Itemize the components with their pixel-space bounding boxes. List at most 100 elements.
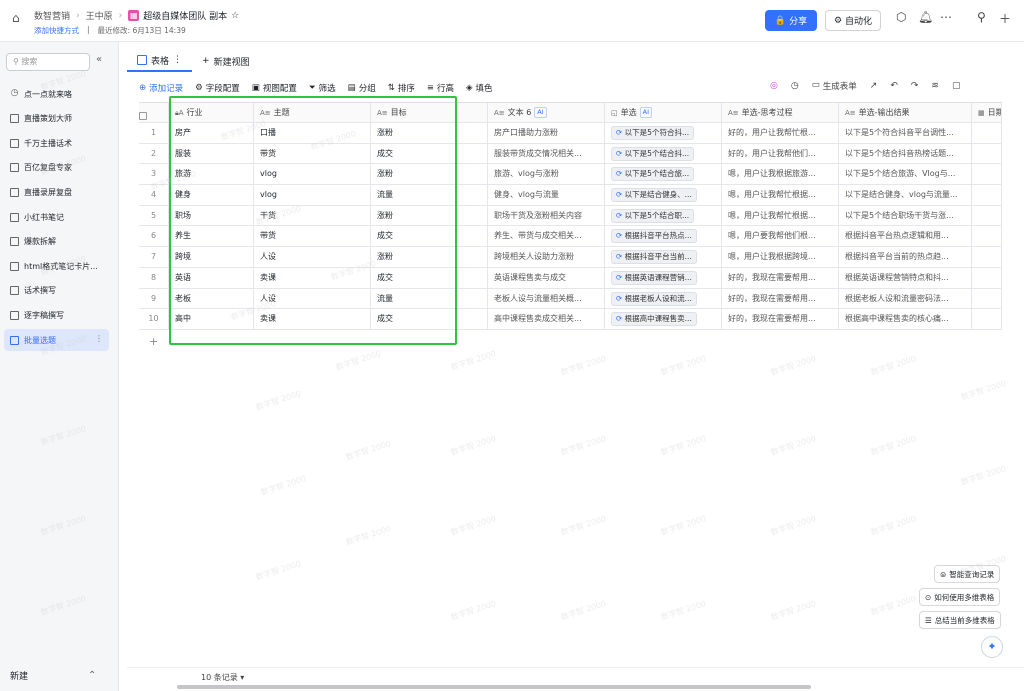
table-cell[interactable]: 涨粉 (371, 123, 488, 143)
single-select-cell[interactable]: ⟳ 以下是5个结合职... (605, 205, 722, 226)
column-header[interactable]: A≡ 单选-输出结果 (839, 103, 972, 122)
automation-button[interactable]: ⚙ 自动化 (825, 10, 881, 31)
fill-color-button[interactable]: ◈ 填色 (466, 82, 493, 94)
date-cell[interactable] (972, 226, 1002, 247)
table-cell[interactable]: 好的，我现在需要帮用... (722, 288, 839, 309)
table-cell[interactable]: 好的，我现在需要帮用... (722, 309, 839, 329)
breadcrumb-doc[interactable]: ▦ 超级自媒体团队 副本 ☆ (128, 9, 239, 22)
table-cell[interactable]: 旅游、vlog与涨粉 (488, 164, 605, 185)
table-row[interactable]: 6 养生 带货 成交 养生、带货与成交相关... ⟳ 根据抖音平台热点... 嗯，用户要我帮… (139, 226, 1002, 248)
add-icon[interactable]: ＋ (999, 10, 1011, 27)
select-all-checkbox[interactable] (139, 103, 169, 122)
bell-icon[interactable]: 🔔︎ (918, 10, 933, 24)
table-cell[interactable]: 服装 (169, 143, 254, 164)
sidebar-item[interactable]: 爆款拆解 (4, 231, 109, 253)
single-select-cell[interactable]: ⟳ 以下是5个结合抖... (605, 143, 722, 164)
table-cell[interactable]: 成交 (371, 309, 488, 329)
table-cell[interactable]: 流量 (371, 288, 488, 309)
table-cell[interactable]: 英语 (169, 267, 254, 288)
table-cell[interactable]: vlog (254, 185, 371, 205)
row-height-button[interactable]: ≡ 行高 (427, 82, 454, 94)
table-row[interactable]: 7 跨境 人设 涨粉 跨境相关人设助力涨粉 ⟳ 根据抖音平台当前... 嗯，用户让我根据跨境… (139, 247, 1002, 268)
table-cell[interactable]: 成交 (371, 143, 488, 164)
table-cell[interactable]: 英语课程售卖与成交 (488, 267, 605, 288)
breadcrumb-owner[interactable]: 王中原 (86, 9, 113, 22)
puzzle-icon[interactable]: ⬡ (896, 10, 906, 24)
table-cell[interactable]: 嗯，用户让我帮忙根据... (722, 205, 839, 226)
sidebar-item[interactable]: 直播策划大师 (4, 108, 109, 130)
single-select-cell[interactable]: ⟳ 以下是5个结合旅... (605, 164, 722, 185)
column-header[interactable]: A≡ 文本 6 AI (488, 103, 605, 122)
column-header[interactable]: A≡ 目标 (371, 103, 488, 122)
date-cell[interactable] (972, 267, 1002, 288)
group-button[interactable]: ▤ 分组 (348, 82, 376, 94)
breadcrumb-workspace[interactable]: 数智营销 (34, 9, 70, 22)
table-cell[interactable]: 根据抖音平台热点逻辑和用... (839, 226, 972, 247)
table-row[interactable]: 2 服装 带货 成交 服装带货成交情况相关... ⟳ 以下是5个结合抖... 好的，用户让我… (139, 143, 1002, 165)
table-cell[interactable]: 房产口播助力涨粉 (488, 123, 605, 143)
table-cell[interactable]: 根据英语课程营销特点和抖... (839, 267, 972, 288)
table-cell[interactable]: 以下是5个符合抖音平台调性... (839, 123, 972, 143)
table-cell[interactable]: 高中课程售卖成交相关... (488, 309, 605, 329)
formula-icon[interactable]: ≋ (931, 81, 939, 91)
view-config-button[interactable]: ▣ 视图配置 (252, 82, 297, 94)
sidebar-item[interactable]: 千万主播话术 (4, 132, 109, 154)
sparkle-assistant-button[interactable]: ✦ (981, 636, 1003, 658)
table-row[interactable]: 8 英语 卖课 成交 英语课程售卖与成交 ⟳ 根据英语课程营销... 好的，我现在需要帮用.… (139, 267, 1002, 289)
column-header[interactable]: A≡ 主题 (254, 103, 371, 122)
table-row[interactable]: 4 健身 vlog 流量 健身、vlog与流量 ⟳ 以下是结合健身、... 嗯，用户让我帮忙… (139, 185, 1002, 206)
table-cell[interactable]: 好的，用户让我帮他们... (722, 143, 839, 164)
date-cell[interactable] (972, 123, 1002, 143)
sidebar-item[interactable]: 逐字稿撰写 (4, 304, 109, 326)
single-select-cell[interactable]: ⟳ 根据高中课程售卖... (605, 309, 722, 329)
table-cell[interactable]: 好的，我现在需要帮用... (722, 267, 839, 288)
tab-grid[interactable]: 表格 ⋮ (127, 50, 193, 72)
redo-icon[interactable]: ↷ (911, 81, 919, 91)
table-cell[interactable]: 健身 (169, 185, 254, 205)
date-cell[interactable] (972, 247, 1002, 267)
search-icon[interactable]: ⚲ (977, 10, 986, 24)
share-button[interactable]: 🔒 分享 (765, 10, 817, 31)
table-cell[interactable]: 跨境相关人设助力涨粉 (488, 247, 605, 267)
sort-button[interactable]: ⇅ 排序 (388, 82, 415, 94)
column-header[interactable]: ◱ 单选 AI (605, 103, 722, 122)
column-header[interactable]: A≡ 单选-思考过程 (722, 103, 839, 122)
table-cell[interactable]: 嗯，用户要我帮他们根... (722, 226, 839, 247)
add-row-icon[interactable]: + (149, 335, 158, 348)
howto-button[interactable]: ⊙ 如何使用多维表格 (919, 588, 1001, 606)
table-cell[interactable]: 涨粉 (371, 247, 488, 267)
more-icon[interactable]: ⋯ (940, 10, 952, 24)
generate-form-button[interactable]: ▭ 生成表单 (812, 80, 857, 92)
single-select-cell[interactable]: ⟳ 以下是5个符合抖... (605, 123, 722, 143)
more-icon[interactable]: ⋮ (95, 334, 103, 343)
new-view-button[interactable]: + 新建视图 (192, 50, 260, 72)
table-cell[interactable]: 跨境 (169, 247, 254, 267)
table-cell[interactable]: 好的，用户让我帮忙根... (722, 123, 839, 143)
table-cell[interactable]: 流量 (371, 185, 488, 205)
column-header[interactable]: ▦日期 (972, 103, 1002, 122)
doc-title[interactable]: 超级自媒体团队 副本 (143, 9, 227, 22)
table-cell[interactable]: 老板 (169, 288, 254, 309)
date-cell[interactable] (972, 309, 1002, 329)
filter-button[interactable]: ⏷ 筛选 (309, 82, 336, 94)
more-icon[interactable]: ⋮ (173, 55, 182, 65)
table-cell[interactable]: 以下是5个结合旅游、Vlog与... (839, 164, 972, 185)
table-cell[interactable]: 涨粉 (371, 205, 488, 226)
field-config-button[interactable]: ⚙ 字段配置 (195, 82, 240, 94)
table-cell[interactable]: 嗯，用户让我帮忙根据... (722, 185, 839, 205)
horizontal-scrollbar[interactable] (177, 685, 811, 689)
table-cell[interactable]: 成交 (371, 226, 488, 247)
single-select-cell[interactable]: ⟳ 根据英语课程营销... (605, 267, 722, 288)
table-row[interactable]: 3 旅游 vlog 涨粉 旅游、vlog与涨粉 ⟳ 以下是5个结合旅... 嗯，用户让我根据… (139, 164, 1002, 186)
table-cell[interactable]: vlog (254, 164, 371, 185)
single-select-cell[interactable]: ⟳ 以下是结合健身、... (605, 185, 722, 205)
sidebar-item[interactable]: 直播录屏复盘 (4, 181, 109, 203)
sidebar-item[interactable]: 话术撰写 (4, 280, 109, 302)
table-cell[interactable]: 老板人设与流量相关概... (488, 288, 605, 309)
table-cell[interactable]: 带货 (254, 226, 371, 247)
summarize-button[interactable]: ☰ 总结当前多维表格 (919, 611, 1001, 629)
sidebar-item[interactable]: 小红书笔记 (4, 206, 109, 228)
table-cell[interactable]: 卖课 (254, 309, 371, 329)
table-cell[interactable]: 服装带货成交情况相关... (488, 143, 605, 164)
table-cell[interactable]: 以下是5个结合职场干货与涨... (839, 205, 972, 226)
